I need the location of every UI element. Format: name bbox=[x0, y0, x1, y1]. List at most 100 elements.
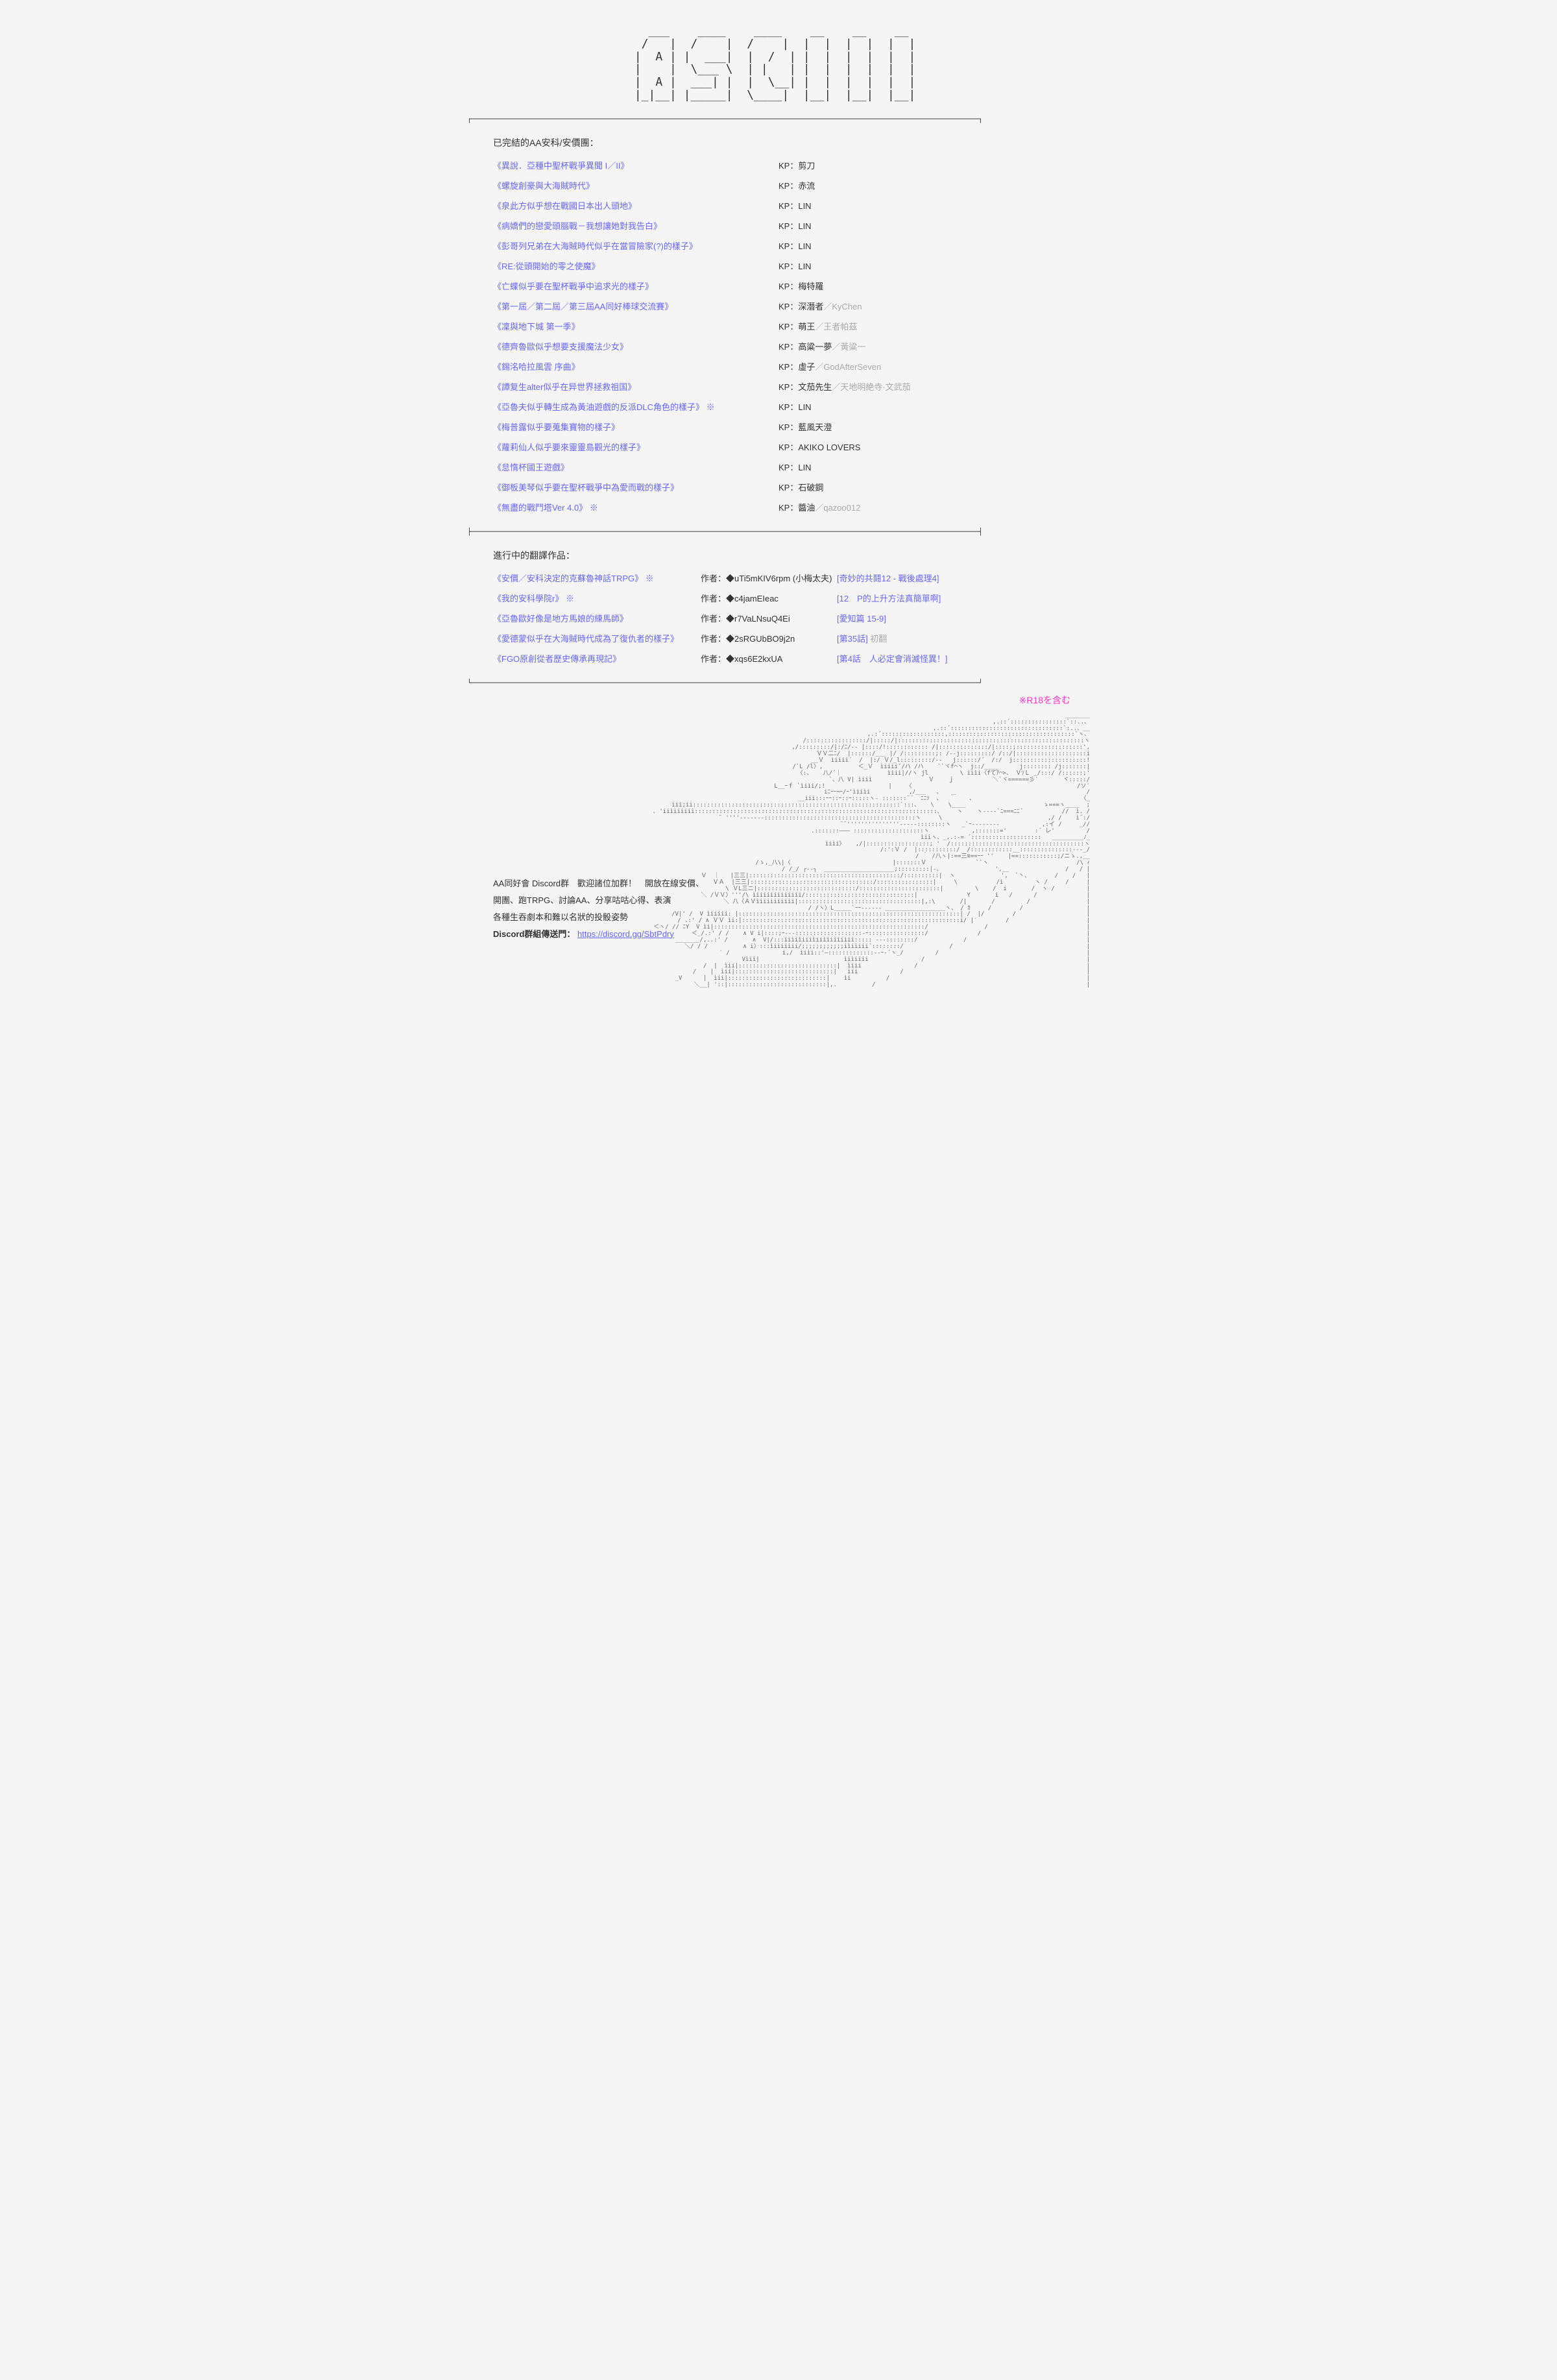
translation-title-link[interactable]: 《我的安科學院r》 bbox=[493, 594, 563, 603]
work-title-link[interactable]: 《RE:從頭開始的零之使魔》 bbox=[493, 261, 600, 271]
work-title-link[interactable]: 《怠惰杯國王遊戲》 bbox=[493, 463, 569, 472]
translation-title-link[interactable]: 《FGO原創從者歷史傳承再現記》 bbox=[493, 654, 621, 664]
work-title-link[interactable]: 《泉此方似乎想在戰國日本出人頭地》 bbox=[493, 201, 636, 211]
work-title: 《無盡的戰鬥塔Ver 4.0》 ※ bbox=[493, 501, 779, 513]
work-title-link[interactable]: 《御板美琴似乎要在聖杯戰爭中為愛而戰的樣子》 bbox=[493, 483, 679, 492]
completed-works-list: 《異說．亞種中聖杯戰爭異聞 I／II》 KP：剪刀《螺旋創豪與大海賊時代》 KP：赤… bbox=[493, 159, 1064, 513]
work-title-link[interactable]: 《錫洺哈拉風雲 序曲》 bbox=[493, 362, 580, 372]
work-title-link[interactable]: 《蘿莉仙人似乎要來靈靈島觀光的樣子》 bbox=[493, 443, 645, 452]
work-title: 《御板美琴似乎要在聖杯戰爭中為愛而戰的樣子》 bbox=[493, 481, 779, 493]
translation-author: 作者：◆uTi5mKIV6rpm (小梅太夫) bbox=[701, 572, 837, 584]
translation-title: 《安價／安科決定的克蘇魯神話TRPG》 ※ bbox=[493, 572, 701, 584]
translation-title: 《FGO原創從者歷史傳承再現記》 bbox=[493, 652, 701, 664]
translation-author: 作者：◆xqs6E2kxUA bbox=[701, 652, 837, 664]
translation-title: 《亞魯歐好像是地方馬娘的練馬師》 bbox=[493, 612, 701, 624]
ascii-art: _______ ,.::´::::::::::::::::`::..、 ,.::… bbox=[467, 713, 1090, 989]
translation-row: 《我的安科學院r》 ※作者：◆c4jamEIeac[12 P的上升方法真簡單啊] bbox=[493, 592, 1064, 604]
work-title: 《彭哥列兄弟在大海賊時代似乎在當冒險家(?)的樣子》 bbox=[493, 239, 779, 252]
work-kp: KP：高粱一夢／黃粱一 bbox=[779, 340, 865, 352]
translation-note[interactable]: [愛知篇 15-9] bbox=[837, 612, 886, 624]
work-row: 《德齊魯歐似乎想要支援魔法少女》 KP：高粱一夢／黃粱一 bbox=[493, 340, 1064, 352]
work-kp: KP：虛子／GodAfterSeven bbox=[779, 360, 881, 372]
translation-title-link[interactable]: 《安價／安科決定的克蘇魯神話TRPG》 bbox=[493, 574, 643, 583]
frame-bottom: └───────────────────────────────────────… bbox=[467, 679, 1090, 687]
translation-section-title: 進行中的翻譯作品： bbox=[493, 549, 1064, 562]
work-title-link[interactable]: 《德齊魯歐似乎想要支援魔法少女》 bbox=[493, 342, 628, 352]
work-kp: KP：LIN bbox=[779, 461, 812, 473]
work-title: 《怠惰杯國王遊戲》 bbox=[493, 461, 779, 473]
translation-row: 《愛德蒙似乎在大海賊時代成為了復仇者的樣子》 作者：◆2sRGUbBO9j2n[第… bbox=[493, 632, 1064, 644]
translation-note[interactable]: [第4話 人必定會消滅怪異！] bbox=[837, 652, 947, 664]
work-kp-alias: ／黃粱一 bbox=[832, 342, 865, 352]
work-kp: KP：AKIKO LOVERS bbox=[779, 441, 860, 453]
translation-works-list: 《安價／安科決定的克蘇魯神話TRPG》 ※作者：◆uTi5mKIV6rpm (小… bbox=[493, 572, 1064, 664]
discord-info: AA同好會 Discord群 歡迎諸位加群！ 開放在線安價、 開團、跑TRPG、… bbox=[493, 875, 740, 943]
work-row: 《第一屆／第二屆／第三屆AA同好棒球交流賽》 KP：深潛者／KyChen bbox=[493, 300, 1064, 312]
work-kp-alias: ／王者帕茲 bbox=[815, 322, 857, 332]
work-kp-alias: ／GodAfterSeven bbox=[815, 362, 881, 372]
translation-row: 《FGO原創從者歷史傳承再現記》 作者：◆xqs6E2kxUA[第4話 人必定會消… bbox=[493, 652, 1064, 664]
work-row: 《梅普露似乎要蒐集寶物的樣子》KP：藍風天澄 bbox=[493, 420, 1064, 433]
completed-section-title: 已完結的AA安科/安價團： bbox=[493, 136, 1064, 149]
work-row: 《亡蝶似乎要在聖杯戰爭中追求光的樣子》KP：梅特羅 bbox=[493, 280, 1064, 292]
discord-link[interactable]: https://discord.gg/SbtPdry bbox=[577, 929, 674, 939]
work-row: 《螺旋創豪與大海賊時代》 KP：赤流 bbox=[493, 179, 1064, 191]
translation-author: 作者：◆c4jamEIeac bbox=[701, 592, 837, 604]
translation-author: 作者：◆2sRGUbBO9j2n bbox=[701, 632, 837, 644]
work-kp: KP：醬油／qazoo012 bbox=[779, 501, 860, 513]
work-title: 《梅普露似乎要蒐集寶物的樣子》 bbox=[493, 420, 779, 433]
translation-row: 《亞魯歐好像是地方馬娘的練馬師》作者：◆r7VaLNsuQ4Ei[愛知篇 15-… bbox=[493, 612, 1064, 624]
r18-note: ※R18を含む bbox=[467, 694, 1070, 707]
work-kp: KP：剪刀 bbox=[779, 159, 815, 171]
work-title: 《譚复生alter似乎在异世界拯救祖国》 bbox=[493, 380, 779, 393]
work-title-link[interactable]: 《彭哥列兄弟在大海賊時代似乎在當冒險家(?)的樣子》 bbox=[493, 241, 697, 251]
frame-top: ┌───────────────────────────────────────… bbox=[467, 115, 1090, 123]
work-title-link[interactable]: 《亡蝶似乎要在聖杯戰爭中追求光的樣子》 bbox=[493, 282, 653, 291]
work-title: 《德齊魯歐似乎想要支援魔法少女》 bbox=[493, 340, 779, 352]
work-kp: KP：LIN bbox=[779, 199, 812, 212]
work-kp: KP：LIN bbox=[779, 400, 812, 413]
work-title-link[interactable]: 《螺旋創豪與大海賊時代》 bbox=[493, 181, 594, 191]
work-title-link[interactable]: 《譚复生alter似乎在异世界拯救祖国》 bbox=[493, 382, 636, 392]
discord-text-3: 各種生吞劇本和難以名狀的投骰姿勢 bbox=[493, 909, 740, 926]
work-title-link[interactable]: 《凜與地下城 第一季》 bbox=[493, 322, 580, 332]
work-title-link[interactable]: 《無盡的戰鬥塔Ver 4.0》 bbox=[493, 503, 587, 513]
work-title: 《螺旋創豪與大海賊時代》 bbox=[493, 179, 779, 191]
work-title: 《泉此方似乎想在戰國日本出人頭地》 bbox=[493, 199, 779, 212]
translation-note[interactable]: [奇妙的共鬪12 - 戰後處理4] bbox=[837, 572, 939, 584]
work-kp-alias: ／qazoo012 bbox=[815, 503, 860, 513]
work-title: 《RE:從頭開始的零之使魔》 bbox=[493, 260, 779, 272]
frame-mid: ├───────────────────────────────────────… bbox=[467, 528, 1090, 536]
work-title-link[interactable]: 《第一屆／第二屆／第三屆AA同好棒球交流賽》 bbox=[493, 302, 673, 311]
work-title-link[interactable]: 《梅普露似乎要蒐集寶物的樣子》 bbox=[493, 422, 620, 432]
work-kp-alias: ／天地明絶寺·文武茄 bbox=[832, 382, 910, 392]
work-kp: KP：石破鋼 bbox=[779, 481, 823, 493]
work-row: 《錫洺哈拉風雲 序曲》 KP：虛子／GodAfterSeven bbox=[493, 360, 1064, 372]
discord-text-1: AA同好會 Discord群 歡迎諸位加群！ 開放在線安價、 bbox=[493, 875, 740, 892]
r18-mark: ※ bbox=[643, 574, 654, 583]
work-row: 《怠惰杯國王遊戲》 KP：LIN bbox=[493, 461, 1064, 473]
work-title: 《凜與地下城 第一季》 bbox=[493, 320, 779, 332]
work-row: 《異說．亞種中聖杯戰爭異聞 I／II》 KP：剪刀 bbox=[493, 159, 1064, 171]
discord-text-4: Discord群組傳送門： bbox=[493, 929, 575, 939]
discord-text-2: 開團、跑TRPG、討論AA、分享咕咕心得、表演 bbox=[493, 892, 740, 909]
work-kp: KP：深潛者／KyChen bbox=[779, 300, 862, 312]
work-row: 《御板美琴似乎要在聖杯戰爭中為愛而戰的樣子》 KP：石破鋼 bbox=[493, 481, 1064, 493]
translation-extra: 初翻 bbox=[868, 634, 887, 644]
translation-note[interactable]: [第35話] 初翻 bbox=[837, 632, 887, 644]
work-title: 《第一屆／第二屆／第三屆AA同好棒球交流賽》 bbox=[493, 300, 779, 312]
work-kp: KP：萌王／王者帕茲 bbox=[779, 320, 857, 332]
work-title-link[interactable]: 《病嬌們的戀愛頭腦戰－我想讓她對我告白》 bbox=[493, 221, 662, 231]
translation-note[interactable]: [12 P的上升方法真簡單啊] bbox=[837, 592, 941, 604]
ascii-logo: ___ ____ ____ __ __ __ / | / | / | | | |… bbox=[467, 25, 1090, 102]
work-title: 《亞魯夫似乎轉生成為黃油遊戲的反派DLC角色的樣子》 ※ bbox=[493, 400, 779, 413]
translation-title-link[interactable]: 《亞魯歐好像是地方馬娘的練馬師》 bbox=[493, 614, 628, 624]
work-row: 《亞魯夫似乎轉生成為黃油遊戲的反派DLC角色的樣子》 ※KP：LIN bbox=[493, 400, 1064, 413]
work-title-link[interactable]: 《亞魯夫似乎轉生成為黃油遊戲的反派DLC角色的樣子》 bbox=[493, 402, 704, 412]
translation-title-link[interactable]: 《愛德蒙似乎在大海賊時代成為了復仇者的樣子》 bbox=[493, 634, 679, 644]
work-kp: KP：LIN bbox=[779, 239, 812, 252]
work-title-link[interactable]: 《異說．亞種中聖杯戰爭異聞 I／II》 bbox=[493, 161, 629, 171]
work-title: 《病嬌們的戀愛頭腦戰－我想讓她對我告白》 bbox=[493, 219, 779, 232]
work-kp: KP：赤流 bbox=[779, 179, 815, 191]
work-row: 《凜與地下城 第一季》 KP：萌王／王者帕茲 bbox=[493, 320, 1064, 332]
